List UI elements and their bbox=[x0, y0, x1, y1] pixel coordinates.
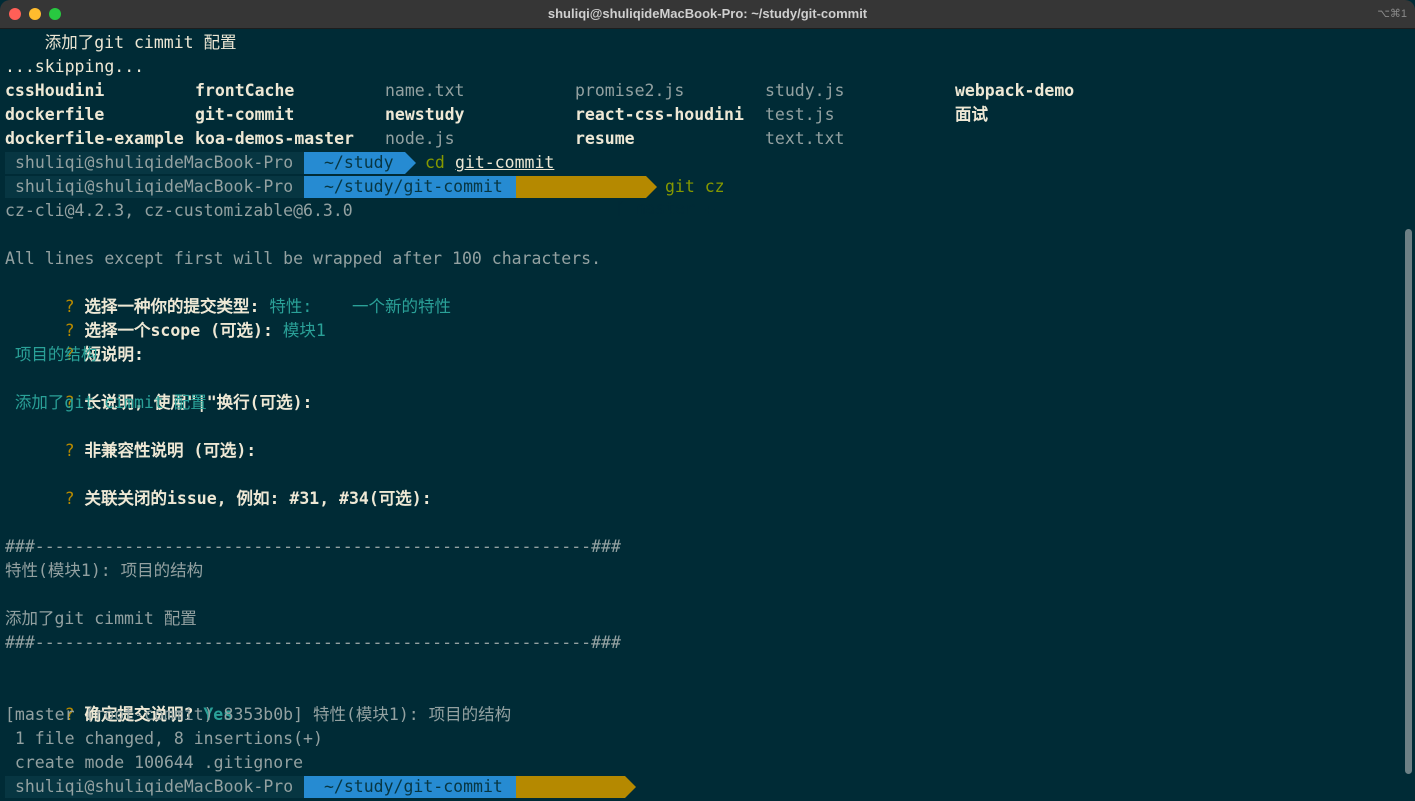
window-shortcut: ⌥⌘1 bbox=[1377, 8, 1407, 20]
question-long-desc: ? 长说明, 使用"|"换行(可选): bbox=[5, 367, 313, 412]
question-answer: 模块1 bbox=[282, 321, 326, 340]
prompt-user-segment: shuliqi@shuliqideMacBook-Pro bbox=[5, 776, 304, 798]
ls-entry-file: text.txt bbox=[765, 129, 845, 148]
command-argument: git-commit bbox=[455, 153, 555, 172]
window-title: shuliqi@shuliqideMacBook-Pro: ~/study/gi… bbox=[547, 6, 868, 21]
terminal-window: shuliqi@shuliqideMacBook-Pro: ~/study/gi… bbox=[0, 0, 1415, 801]
ls-entry-file: study.js bbox=[765, 81, 845, 100]
ls-row: dockerfile-example koa-demos-master node… bbox=[5, 127, 1305, 151]
title-bar: shuliqi@shuliqideMacBook-Pro: ~/study/gi… bbox=[0, 0, 1415, 29]
commit-result-line: [master (root-commit) 8353b0b] 特性(模块1): … bbox=[5, 705, 512, 724]
files-changed-line: 1 file changed, 8 insertions(+) bbox=[5, 729, 323, 748]
question-answer: 项目的结构 bbox=[5, 345, 98, 364]
ls-entry-dir: dockerfile-example bbox=[5, 129, 184, 148]
prompt-dir-segment: ~/study/git-commit bbox=[304, 176, 516, 198]
scrollbar-thumb[interactable] bbox=[1405, 229, 1412, 774]
question-mark: ? bbox=[64, 441, 75, 460]
question-commit-type: ? 选择一种你的提交类型: 特性: 一个新的特性 bbox=[5, 271, 451, 316]
ls-entry-dir: dockerfile bbox=[5, 105, 105, 124]
question-breaking: ? 非兼容性说明 (可选): bbox=[5, 415, 257, 460]
question-short-desc: ? 短说明: bbox=[5, 319, 144, 364]
summary-title: 特性(模块1): 项目的结构 bbox=[5, 561, 204, 580]
ls-entry-dir: resume bbox=[575, 129, 635, 148]
ls-entry-dir: 面试 bbox=[955, 105, 988, 124]
skipping-line: ...skipping... bbox=[5, 57, 145, 76]
prompt-line: shuliqi@shuliqideMacBook-Pro ~/study cd … bbox=[5, 151, 1305, 175]
prompt-arrow-icon bbox=[405, 152, 416, 174]
divider-line: ###-------------------------------------… bbox=[5, 537, 621, 556]
prompt-arrow-icon bbox=[646, 176, 657, 198]
question-confirm: ? 确定提交说明? Yes bbox=[5, 679, 234, 724]
prompt-line: shuliqi@shuliqideMacBook-Pro ~/study/git… bbox=[5, 175, 1305, 218]
version-line: cz-cli@4.2.3, cz-customizable@6.3.0 bbox=[5, 201, 353, 220]
ls-entry-file: name.txt bbox=[385, 81, 465, 100]
prompt-user-segment: shuliqi@shuliqideMacBook-Pro bbox=[5, 176, 304, 198]
git-branch-name: master ✚ bbox=[635, 199, 715, 218]
question-label: 非兼容性说明 (可选): bbox=[84, 441, 257, 460]
ls-entry-dir: koa-demos-master bbox=[195, 129, 354, 148]
wrap-notice: All lines except first will be wrapped a… bbox=[5, 249, 602, 268]
ls-row: dockerfile git-commit newstudy react-css… bbox=[5, 103, 1305, 127]
ls-entry-dir: webpack-demo bbox=[955, 81, 1075, 100]
prompt-arrow-icon bbox=[625, 776, 636, 798]
command-name: cd bbox=[425, 153, 445, 172]
divider-line: ###-------------------------------------… bbox=[5, 633, 621, 652]
summary-body: 添加了git cimmit 配置 bbox=[5, 609, 197, 628]
ls-entry-dir: cssHoudini bbox=[5, 81, 105, 100]
prompt-git-segment: ᚴ master bbox=[516, 776, 695, 801]
ls-row: cssHoudini frontCache name.txt promise2.… bbox=[5, 79, 1305, 103]
prompt-user-segment: shuliqi@shuliqideMacBook-Pro bbox=[5, 152, 304, 174]
question-issues: ? 关联关闭的issue, 例如: #31, #34(可选): bbox=[5, 463, 432, 508]
output-line: 添加了git cimmit 配置 bbox=[5, 33, 237, 52]
terminal-output[interactable]: 添加了git cimmit 配置 ...skipping... cssHoudi… bbox=[5, 31, 1400, 801]
ls-entry-file: test.js bbox=[765, 105, 835, 124]
question-mark: ? bbox=[64, 489, 75, 508]
ls-entry-dir: newstudy bbox=[385, 105, 465, 124]
question-label: 关联关闭的issue, 例如: #31, #34(可选): bbox=[84, 489, 432, 508]
ls-entry-dir: react-css-houdini bbox=[575, 105, 744, 124]
prompt-git-segment: ᚴ master ✚ bbox=[516, 176, 715, 218]
question-answer: 添加了git cimmit 配置 bbox=[5, 393, 207, 412]
ls-entry-file: promise2.js bbox=[575, 81, 685, 100]
ls-entry-dir: git-commit bbox=[195, 105, 295, 124]
ls-entry-file: node.js bbox=[385, 129, 455, 148]
prompt-line: shuliqi@shuliqideMacBook-Pro ~/study/git… bbox=[5, 775, 1305, 801]
ls-entry-dir: frontCache bbox=[195, 81, 295, 100]
create-mode-line: create mode 100644 .gitignore bbox=[5, 753, 304, 772]
scrollbar-track[interactable] bbox=[1400, 29, 1415, 801]
question-scope: ? 选择一个scope (可选): 模块1 bbox=[5, 295, 326, 340]
git-branch-icon: ᚴ bbox=[615, 199, 636, 218]
prompt-dir-segment: ~/study bbox=[304, 152, 405, 174]
prompt-dir-segment: ~/study/git-commit bbox=[304, 776, 516, 798]
command-text: git cz bbox=[665, 177, 725, 196]
